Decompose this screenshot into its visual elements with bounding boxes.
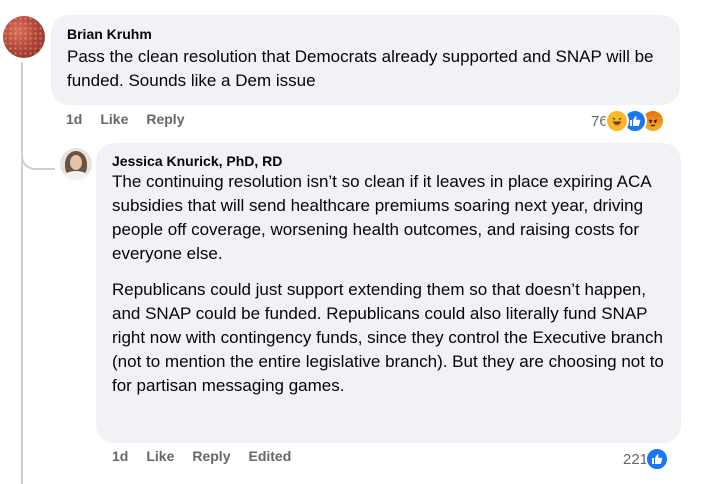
avatar[interactable]	[60, 148, 92, 180]
comment-text: Pass the clean resolution that Democrats…	[67, 47, 654, 90]
reply-text: The continuing resolution isn’t so clean…	[112, 172, 651, 263]
reply-author[interactable]: Jessica Knurick, PhD, RD	[112, 152, 665, 170]
thread-line	[21, 62, 23, 484]
reply-text: Republicans could just support extending…	[112, 280, 664, 395]
haha-icon	[604, 109, 629, 133]
reply-actions: 1d Like Reply Edited	[112, 448, 309, 464]
comment-author[interactable]: Brian Kruhm	[67, 25, 664, 43]
comment-actions: 1d Like Reply	[66, 111, 202, 127]
reply-connector	[21, 140, 55, 170]
edited-label[interactable]: Edited	[248, 448, 291, 464]
timestamp[interactable]: 1d	[112, 448, 128, 464]
like-button[interactable]: Like	[146, 448, 174, 464]
reaction-summary[interactable]: 221	[623, 447, 670, 471]
reply-button[interactable]: Reply	[146, 111, 184, 127]
comment-bubble: Brian Kruhm Pass the clean resolution th…	[51, 15, 680, 105]
reaction-summary[interactable]: 76	[591, 109, 665, 133]
like-button[interactable]: Like	[100, 111, 128, 127]
like-icon	[645, 447, 670, 471]
avatar[interactable]	[3, 16, 45, 58]
timestamp[interactable]: 1d	[66, 111, 82, 127]
reply-button[interactable]: Reply	[192, 448, 230, 464]
reply-bubble: Jessica Knurick, PhD, RD The continuing …	[96, 143, 681, 443]
